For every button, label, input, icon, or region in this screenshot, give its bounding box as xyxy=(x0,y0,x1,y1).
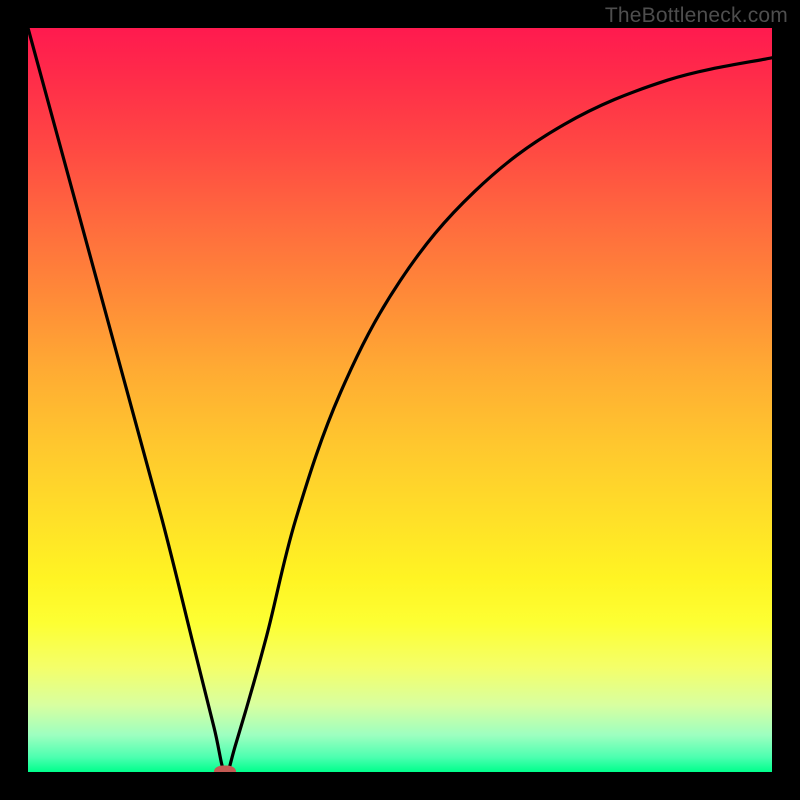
plot-area xyxy=(28,28,772,772)
chart-frame: TheBottleneck.com xyxy=(0,0,800,800)
watermark-text: TheBottleneck.com xyxy=(605,4,788,28)
minimum-marker xyxy=(214,766,236,773)
bottleneck-curve xyxy=(28,28,772,772)
curve-svg xyxy=(28,28,772,772)
